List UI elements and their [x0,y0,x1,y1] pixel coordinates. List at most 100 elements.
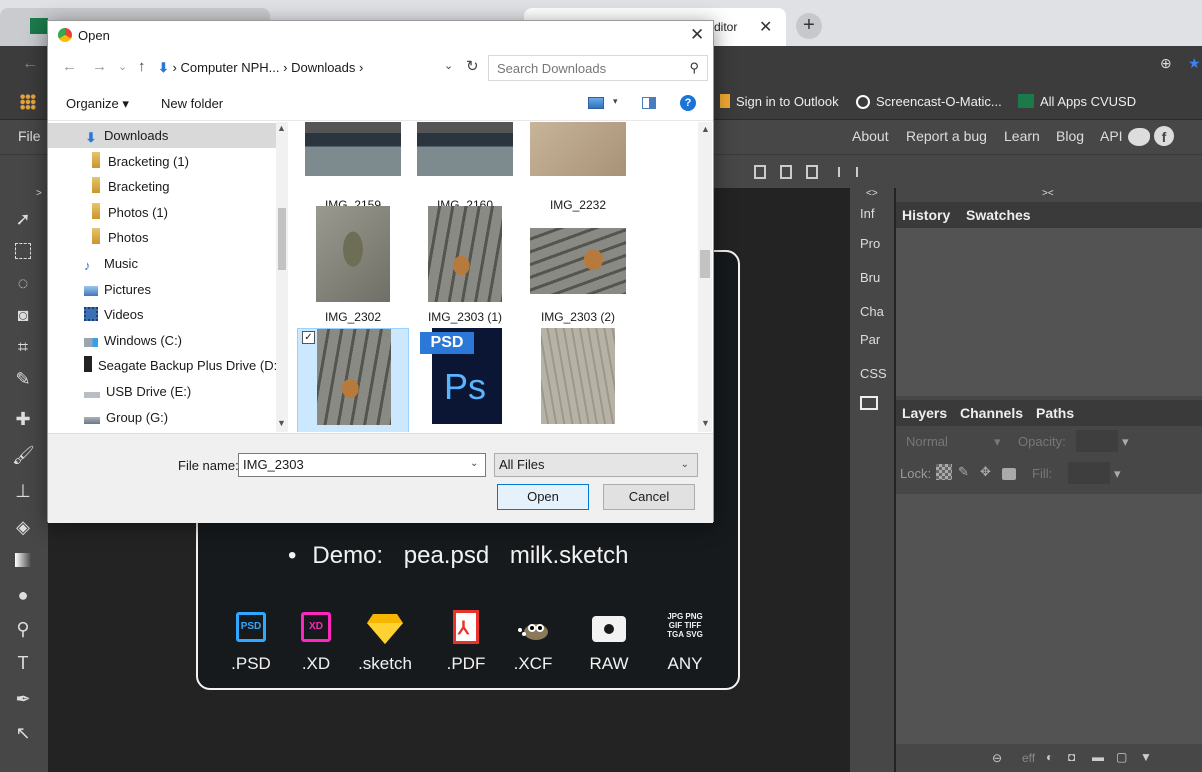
nav-item[interactable]: Group (G:) [48,405,276,430]
file-item[interactable]: IMG_2302 [297,206,409,330]
pen-tool-icon[interactable]: ✒ [12,688,34,710]
marquee-tool-icon[interactable] [12,240,34,262]
layers-list[interactable] [896,494,1202,744]
adjustment-icon[interactable]: ◐ [1046,750,1053,764]
file-item[interactable]: IMG_2160 [409,122,521,218]
nav-item[interactable]: ⬇ Downloads [48,123,276,148]
back-icon[interactable]: ← [62,58,77,75]
file-name-input[interactable]: IMG_2303 [238,453,486,477]
apps-grid-icon[interactable] [20,94,36,110]
nav-item[interactable]: ♪ Music [48,251,276,276]
panel-brush[interactable]: Bru [860,270,880,285]
fill-input[interactable] [1068,462,1110,484]
cancel-button[interactable]: Cancel [603,484,695,510]
scroll-thumb[interactable] [700,250,710,278]
file-item[interactable]: IMG_2303 (2) [522,206,634,330]
new-layer-icon[interactable]: ▢ [1116,750,1127,764]
file-grid-scrollbar[interactable]: ▲ ▼ [698,122,712,432]
quick-select-tool-icon[interactable]: ◙ [12,304,34,326]
bookmark-screencast[interactable]: Screencast-O-Matic... [856,94,1002,109]
bookmark-cvusd[interactable]: All Apps CVUSD [1018,94,1136,109]
dodge-tool-icon[interactable]: ⚲ [12,618,34,640]
eyedropper-tool-icon[interactable]: ✎ [12,368,34,390]
opacity-input[interactable] [1076,430,1118,452]
lock-transparency-icon[interactable] [936,464,952,480]
dialog-close-icon[interactable]: ✕ [690,25,704,45]
nav-item[interactable]: Photos (1) [48,200,276,225]
forward-icon[interactable]: → [92,58,107,75]
bookmark-star-icon[interactable]: ★ [1188,55,1201,72]
chevron-down-icon[interactable]: ⌄ [470,458,478,469]
new-folder-button[interactable]: New folder [161,96,223,111]
align-icon[interactable] [754,165,766,179]
lasso-tool-icon[interactable]: ◌ [12,272,34,294]
breadcrumb-item[interactable]: Computer NPH... [181,60,280,75]
new-tab-button[interactable]: + [796,13,822,39]
path-select-tool-icon[interactable]: ↖ [12,722,34,744]
scroll-up-icon[interactable]: ▲ [277,123,286,133]
effects-icon[interactable]: eff [1022,751,1035,765]
menu-api[interactable]: API [1100,128,1123,144]
twitter-icon[interactable] [1128,128,1150,146]
menu-about[interactable]: About [852,128,889,144]
menu-file[interactable]: File [18,128,41,144]
scroll-down-icon[interactable]: ▼ [277,418,286,428]
file-item[interactable]: PSDPsIMG_2303 [409,328,521,432]
menu-blog[interactable]: Blog [1056,128,1084,144]
move-tool-icon[interactable]: ➚ [12,208,34,230]
tab-channels[interactable]: Channels [960,405,1023,421]
nav-item[interactable]: Windows (C:) [48,328,276,353]
panel-properties[interactable]: Pro [860,236,880,251]
nav-item[interactable]: USB Drive (E:) [48,379,276,404]
stamp-tool-icon[interactable]: ⊥ [12,480,34,502]
panel-info[interactable]: Inf [860,206,874,221]
tab-layers[interactable]: Layers [902,405,947,421]
crop-tool-icon[interactable]: ⌗ [12,336,34,358]
recent-locations-icon[interactable]: ⌄ [118,60,127,73]
chevron-down-icon[interactable]: ⌄ [444,59,453,72]
view-icon[interactable] [588,97,604,109]
mask-icon[interactable]: ◘ [1068,750,1075,764]
scroll-up-icon[interactable]: ▲ [701,124,710,134]
menu-report-bug[interactable]: Report a bug [906,128,987,144]
nav-item[interactable]: Photos [48,225,276,250]
lock-paint-icon[interactable]: ✎ [958,464,969,480]
panel-toggle[interactable]: <> [866,188,878,199]
nav-item[interactable]: Bracketing (1) [48,149,276,174]
breadcrumb-item[interactable]: Downloads [291,60,355,75]
eraser-tool-icon[interactable]: ◈ [12,516,34,538]
tab-swatches[interactable]: Swatches [966,207,1031,223]
panel-toggle[interactable]: >< [1042,188,1054,199]
trash-icon[interactable]: ▼ [1140,750,1152,764]
organize-button[interactable]: Organize ▾ [66,96,129,112]
menu-learn[interactable]: Learn [1004,128,1040,144]
tab-paths[interactable]: Paths [1036,405,1074,421]
align-icon[interactable] [780,165,792,179]
nav-scrollbar[interactable]: ▲ ▼ [276,122,288,432]
demo-file-pea[interactable]: pea.psd [404,542,489,569]
nav-item[interactable]: Pictures [48,277,276,302]
nav-item[interactable]: Bracketing [48,174,276,199]
toolbox-toggle[interactable]: > [36,188,42,199]
scroll-thumb[interactable] [278,208,286,270]
text-tool-icon[interactable]: T [12,652,34,674]
align-icon[interactable] [806,165,818,179]
back-icon[interactable]: ← [22,55,38,73]
extension-icon[interactable]: ⊕ [1160,55,1172,72]
blur-tool-icon[interactable]: ● [12,584,34,606]
nav-item[interactable]: Seagate Backup Plus Drive (D:) [48,353,282,378]
breadcrumb[interactable]: ⬇ › Computer NPH... › Downloads › [158,55,488,81]
file-item[interactable]: IMG_2232 [522,122,634,218]
demo-file-milk[interactable]: milk.sketch [510,542,629,569]
panel-css[interactable]: CSS [860,366,887,381]
tab-close-icon[interactable]: ✕ [759,17,772,37]
file-item[interactable]: IMG_2159 [297,122,409,218]
search-input[interactable]: Search Downloads ⚲ [488,55,708,81]
nav-item[interactable]: Videos [48,302,276,327]
brush-tool-icon[interactable]: 🖌 [12,444,35,466]
chevron-down-icon[interactable]: ▾ [613,96,618,107]
healing-tool-icon[interactable]: ✚ [12,408,34,430]
up-icon[interactable]: ↑ [138,58,146,75]
lock-move-icon[interactable]: ✥ [980,464,991,480]
lock-all-icon[interactable] [1002,468,1016,480]
